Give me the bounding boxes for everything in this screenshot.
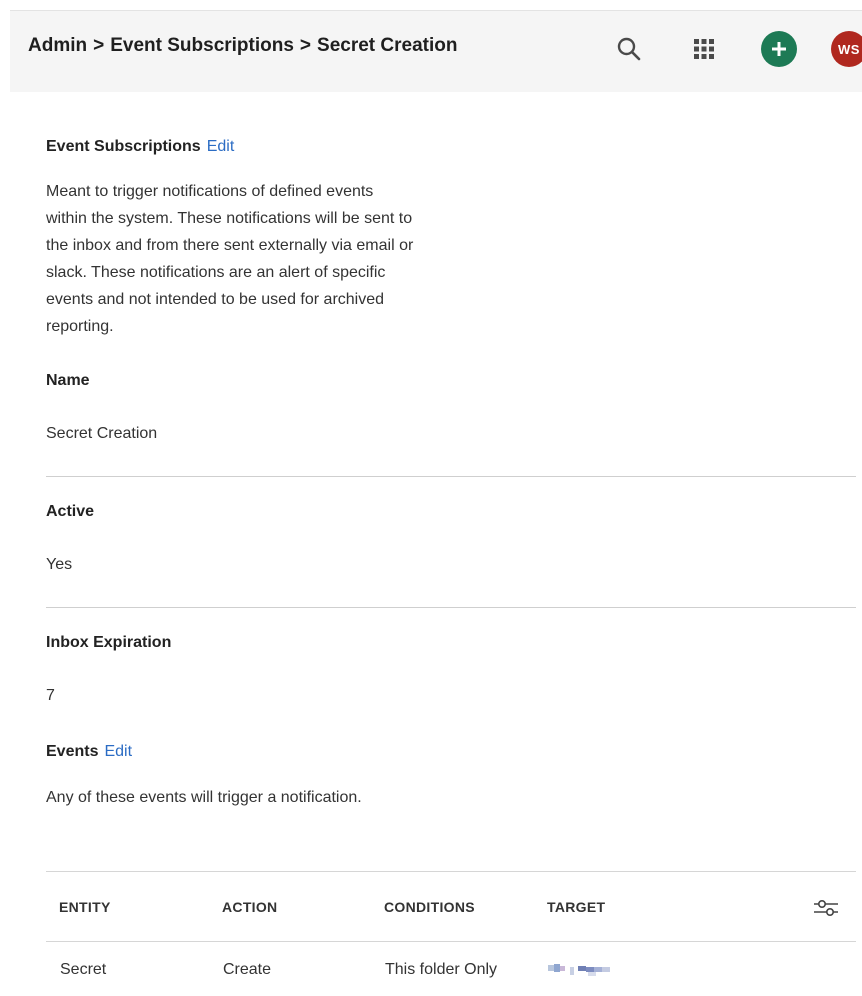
add-icon[interactable] [761,31,797,67]
event-subscriptions-heading: Event Subscriptions Edit [46,138,234,156]
section-title: Event Subscriptions [46,138,201,155]
active-label: Active [46,503,95,520]
subscription-description: Meant to trigger notifications of define… [46,178,496,340]
column-header-entity[interactable]: ENTITY [59,899,111,915]
name-value: Secret Creation [46,425,158,442]
divider [46,607,856,608]
breadcrumb-item-event-subscriptions[interactable]: Event Subscriptions [110,35,294,56]
cell-entity: Secret [60,961,107,978]
description-line: Meant to trigger notifications of define… [46,183,374,200]
column-header-conditions[interactable]: CONDITIONS [384,899,475,915]
header-row-divider [46,941,856,942]
page: Admin > Event Subscriptions > Secret Creatio… [0,0,862,996]
description-line: within the system. These notifications w… [46,210,413,227]
breadcrumb-separator: > [93,35,105,56]
column-header-target[interactable]: TARGET [547,899,605,915]
cell-action: Create [223,961,272,978]
description-line: events and not intended to be used for a… [46,291,385,308]
inbox-expiration-value: 7 [46,687,55,704]
column-header-action[interactable]: ACTION [222,899,277,915]
top-bar: Admin > Event Subscriptions > Secret Creatio… [10,10,862,92]
cell-conditions: This folder Only [385,961,498,978]
breadcrumb-item-admin[interactable]: Admin [28,35,87,56]
description-line: slack. These notifications are an alert … [46,264,386,281]
search-icon[interactable] [611,31,647,67]
breadcrumb-item-current: Secret Creation [317,35,458,56]
apps-grid-icon[interactable] [686,31,722,67]
edit-subscription-link[interactable]: Edit [207,138,235,155]
redacted-target [548,963,644,977]
events-heading: Events Edit [46,743,132,761]
column-settings-icon[interactable] [812,897,840,919]
description-line: the inbox and from there sent externally… [46,237,414,254]
divider [46,476,856,477]
inbox-expiration-label: Inbox Expiration [46,634,172,651]
active-value: Yes [46,556,73,573]
breadcrumb: Admin > Event Subscriptions > Secret Creatio… [28,35,457,57]
events-description: Any of these events will trigger a notif… [46,789,362,806]
section-title: Events [46,743,99,760]
avatar[interactable]: WS [831,31,862,67]
table-top-border [46,871,856,872]
name-label: Name [46,372,90,389]
description-line: reporting. [46,318,114,335]
edit-events-link[interactable]: Edit [104,743,132,760]
breadcrumb-separator: > [299,35,312,56]
